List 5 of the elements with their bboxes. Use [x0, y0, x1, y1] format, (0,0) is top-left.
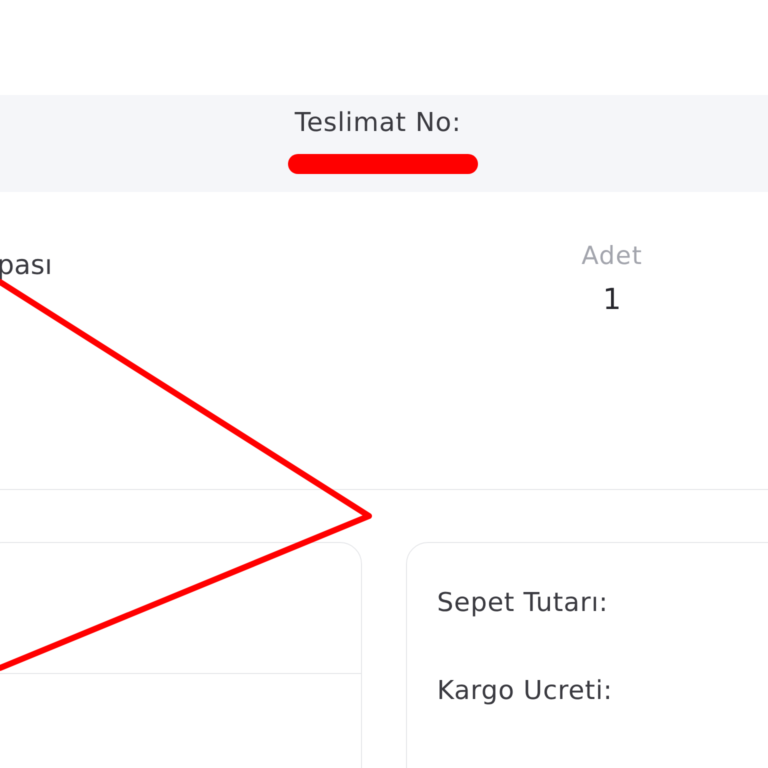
delivery-label: Teslimat No: [294, 107, 462, 139]
quantity-label: Adet [582, 240, 642, 272]
summary-label: Sepet Tutarı: [437, 587, 610, 619]
quantity-value: 1 [602, 282, 622, 316]
summary-label: Kargo Ucreti: [437, 675, 614, 707]
